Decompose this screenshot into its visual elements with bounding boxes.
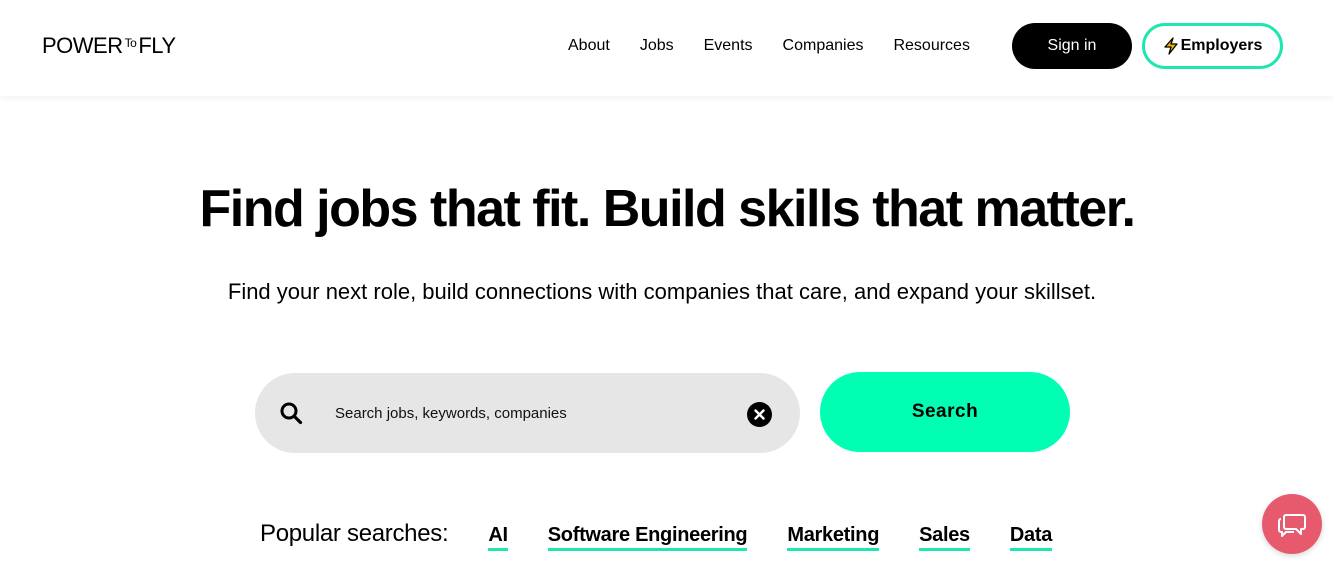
popular-search-ai[interactable]: AI [488,524,508,551]
employers-button[interactable]: Employers [1142,23,1283,69]
search-icon [280,402,303,425]
nav-events[interactable]: Events [704,36,753,56]
logo-text-power: POWER [42,33,123,58]
powertofly-logo[interactable]: POWER To FLY [42,33,176,59]
popular-search-software-engineering[interactable]: Software Engineering [547,524,748,551]
employers-label: Employers [1180,37,1263,54]
clear-icon[interactable] [747,402,772,427]
site-header: POWER To FLY About Jobs Events Companies… [0,0,1334,96]
main-nav: About Jobs Events Companies Resources [568,36,1000,56]
lightning-bolt-icon [1163,37,1178,55]
logo-text-to: To [124,36,137,50]
chat-icon [1278,514,1306,537]
sign-in-button[interactable]: Sign in [1012,23,1132,69]
nav-companies[interactable]: Companies [783,36,864,56]
logo-text-fly: FLY [138,33,176,58]
popular-search-marketing[interactable]: Marketing [787,524,879,551]
hero-headline: Find jobs that fit. Build skills that ma… [199,180,1136,238]
nav-jobs[interactable]: Jobs [640,36,674,56]
popular-searches: Popular searches: AI Software Engineerin… [260,520,1092,551]
nav-resources[interactable]: Resources [893,36,969,56]
popular-searches-label: Popular searches: [260,520,449,547]
nav-about[interactable]: About [568,36,610,56]
search-input[interactable] [335,399,735,427]
popular-search-sales[interactable]: Sales [919,524,970,551]
hero-subline: Find your next role, build connections w… [227,279,1097,304]
search-bar [255,373,800,453]
popular-search-data[interactable]: Data [1009,524,1052,551]
search-button[interactable]: Search [820,372,1070,452]
chat-button[interactable] [1262,494,1322,554]
